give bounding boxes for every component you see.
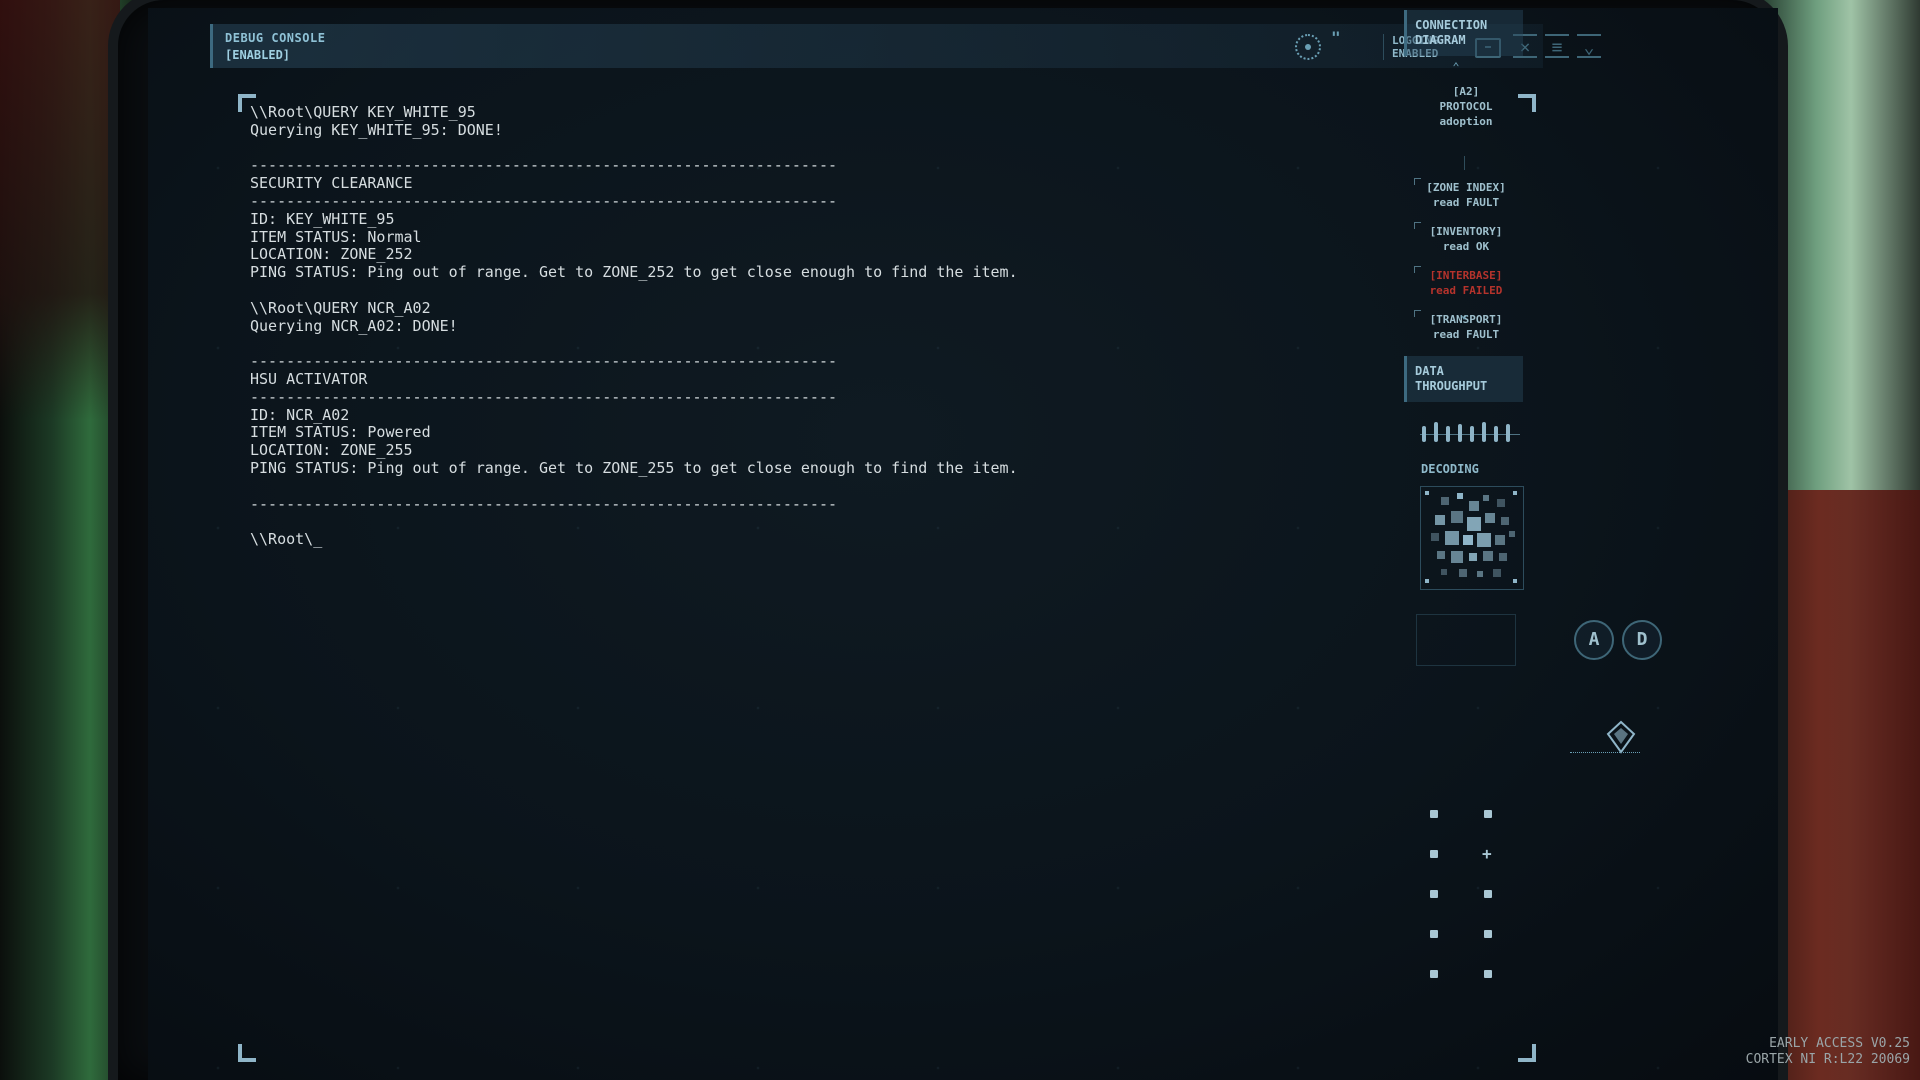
indicator-dot <box>1484 970 1492 978</box>
console-line: LOCATION: ZONE_252 <box>250 245 413 264</box>
connection-item-code: [A2] <box>1452 85 1480 98</box>
throughput-title-line1: DATA <box>1415 364 1444 378</box>
corner-bracket-bottom-right <box>1518 1044 1536 1062</box>
connection-item-interbase[interactable]: [INTERBASE] read FAILED <box>1418 268 1514 298</box>
version-tag: EARLY ACCESS V0.25 CORTEX NI R:L22 20069 <box>1746 1036 1910 1068</box>
version-line-1: EARLY ACCESS V0.25 <box>1769 1036 1910 1051</box>
settings-gear-icon[interactable] <box>1295 34 1321 60</box>
connection-item-inventory[interactable]: [INVENTORY] read OK <box>1418 224 1514 254</box>
chevron-down-icon[interactable]: ⌄ <box>1412 306 1516 322</box>
quote-icon: " <box>1331 28 1341 47</box>
data-throughput-header: DATA THROUGHPUT <box>1404 356 1523 402</box>
action-button-group <box>1416 614 1516 666</box>
throughput-bar <box>1446 426 1450 442</box>
console-line: ----------------------------------------… <box>250 494 837 513</box>
console-line: PING STATUS: Ping out of range. Get to Z… <box>250 263 1018 282</box>
throughput-bar <box>1422 426 1426 442</box>
console-line: ----------------------------------------… <box>250 191 837 210</box>
decoding-matrix <box>1420 486 1524 590</box>
debug-console-title: DEBUG CONSOLE <box>225 31 326 45</box>
decoding-label: DECODING <box>1421 462 1479 476</box>
throughput-bar <box>1458 424 1462 442</box>
corner-bracket-bottom-left <box>238 1044 256 1062</box>
throughput-bar <box>1434 422 1438 442</box>
menu-icon[interactable]: ≡ <box>1545 34 1569 58</box>
emblem-icon <box>1606 720 1636 754</box>
connection-item-state: PROTOCOL adoption <box>1439 100 1493 128</box>
connection-item-a2[interactable]: [A2] PROTOCOL adoption <box>1418 84 1514 129</box>
button-a[interactable]: A <box>1574 620 1614 660</box>
connection-title-line1: CONNECTION <box>1415 18 1488 32</box>
chevron-up-icon[interactable]: ⌃ <box>1404 60 1508 74</box>
console-line: HSU ACTIVATOR <box>250 369 368 388</box>
indicator-dot <box>1430 810 1438 818</box>
debug-console-status: [ENABLED] <box>225 48 291 62</box>
console-line: \\Root\QUERY NCR_A02 <box>250 298 431 317</box>
debug-console-header: DEBUG CONSOLE [ENABLED] " LOGGING ENABLE… <box>210 24 1601 68</box>
data-throughput-panel: DATA THROUGHPUT <box>1404 356 1523 402</box>
decoding-noise-pattern <box>1425 491 1517 583</box>
connection-item-code: [INVENTORY] <box>1429 225 1503 238</box>
console-line: \\Root\_ <box>250 530 323 549</box>
connection-title-line2: DIAGRAM <box>1415 33 1466 47</box>
connector-line <box>1464 156 1465 170</box>
indicator-dot <box>1430 890 1438 898</box>
console-line: Querying NCR_A02: DONE! <box>250 316 458 335</box>
console-line: LOCATION: ZONE_255 <box>250 441 413 460</box>
environment-left-red <box>0 0 120 420</box>
terminal-screen: DEBUG CONSOLE [ENABLED] " LOGGING ENABLE… <box>148 8 1778 1080</box>
connection-item-state: read FAILED <box>1429 284 1503 297</box>
indicator-dot <box>1430 850 1438 858</box>
connection-item-code: [INTERBASE] <box>1429 269 1503 282</box>
console-line: PING STATUS: Ping out of range. Get to Z… <box>250 458 1018 477</box>
indicator-dot <box>1430 930 1438 938</box>
connection-item-zone-index[interactable]: [ZONE INDEX] read FAULT <box>1418 180 1514 210</box>
indicator-dot <box>1430 970 1438 978</box>
connection-item-state: read OK <box>1442 240 1490 253</box>
version-line-2: CORTEX NI R:L22 20069 <box>1745 1052 1910 1067</box>
connection-item-code: [ZONE INDEX] <box>1426 181 1506 194</box>
chevron-down-icon[interactable]: ⌄ <box>1577 34 1601 58</box>
indicator-dot <box>1484 890 1492 898</box>
throughput-bar <box>1494 426 1498 442</box>
throughput-meter <box>1420 420 1520 450</box>
emblem-underline <box>1570 752 1640 761</box>
plus-icon: + <box>1482 844 1492 863</box>
console-line: \\Root\QUERY KEY_WHITE_95 <box>250 103 476 121</box>
connection-diagram-header: CONNECTION DIAGRAM <box>1404 10 1523 56</box>
indicator-dot <box>1484 930 1492 938</box>
console-line: ----------------------------------------… <box>250 156 837 175</box>
console-line: SECURITY CLEARANCE <box>250 174 413 193</box>
throughput-title-line2: THROUGHPUT <box>1415 379 1488 393</box>
console-line: ----------------------------------------… <box>250 387 837 406</box>
console-output[interactable]: \\Root\QUERY KEY_WHITE_95 Querying KEY_WH… <box>250 103 1018 549</box>
throughput-bar <box>1506 424 1510 442</box>
window-controls: × ≡ ⌄ <box>1513 34 1601 58</box>
connection-list: ⌃ [A2] PROTOCOL adoption [ZONE INDEX] re… <box>1404 60 1524 341</box>
connection-diagram-panel: CONNECTION DIAGRAM ⌃ [A2] PROTOCOL adopt… <box>1404 10 1524 341</box>
console-line: Querying KEY_WHITE_95: DONE! <box>250 120 503 139</box>
throughput-bar <box>1482 422 1486 442</box>
console-line: ID: NCR_A02 <box>250 405 350 424</box>
connection-item-state: read FAULT <box>1432 196 1500 209</box>
console-line: ITEM STATUS: Normal <box>250 227 422 246</box>
throughput-bar <box>1470 426 1474 442</box>
indicator-dot <box>1484 810 1492 818</box>
button-d[interactable]: D <box>1622 620 1662 660</box>
console-line: ID: KEY_WHITE_95 <box>250 209 395 228</box>
console-line: ITEM STATUS: Powered <box>250 423 431 442</box>
connection-item-state: read FAULT <box>1432 328 1500 341</box>
console-line: ----------------------------------------… <box>250 352 837 371</box>
